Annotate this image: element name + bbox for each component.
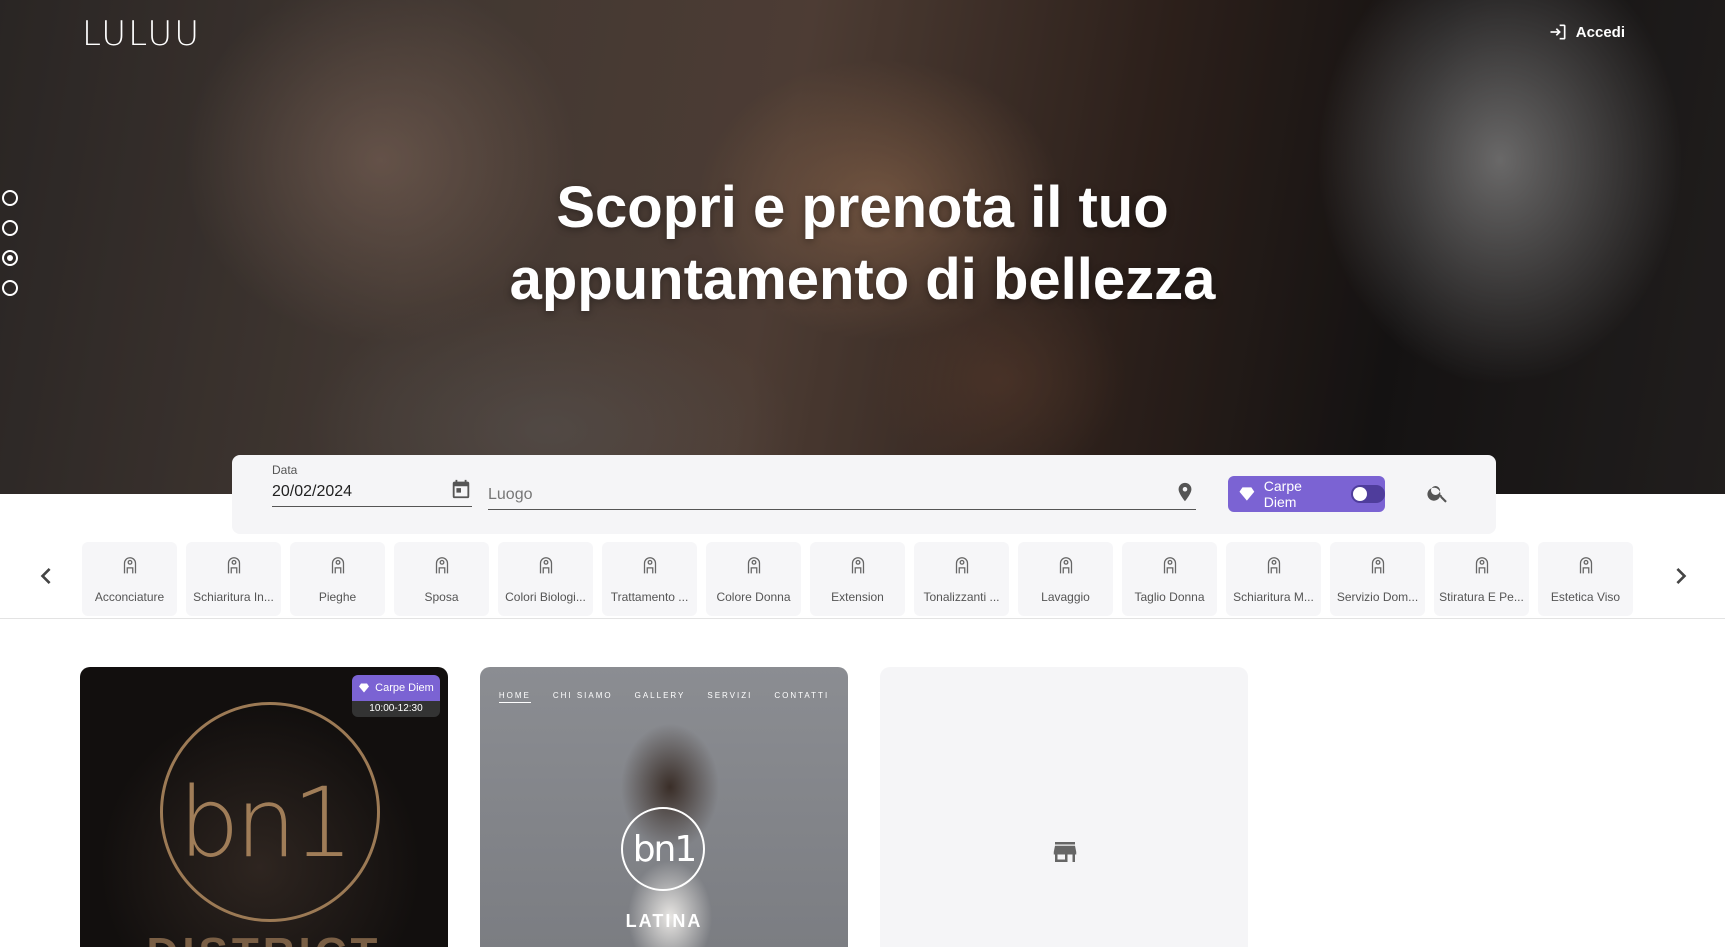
- card-site-nav: HOME CHI SIAMO GALLERY SERVIZI CONTATTI: [480, 691, 848, 703]
- category-item[interactable]: Servizio Dom...: [1330, 542, 1425, 616]
- haircut-icon: [1159, 555, 1181, 582]
- luluu-logo[interactable]: LULUU: [82, 14, 201, 54]
- chevron-left-icon[interactable]: [30, 560, 62, 592]
- hero-headline-line2: appuntamento di bellezza: [509, 247, 1216, 312]
- category-label: Schiaritura M...: [1233, 589, 1314, 604]
- site-nav-item: CHI SIAMO: [552, 691, 613, 700]
- date-label: Data: [272, 463, 298, 477]
- category-item[interactable]: Tonalizzanti ...: [914, 542, 1009, 616]
- face-icon: [1575, 555, 1597, 582]
- card-subtitle: DISTRICT: [80, 929, 448, 947]
- category-item[interactable]: Sposa: [394, 542, 489, 616]
- category-item[interactable]: Acconciature: [82, 542, 177, 616]
- category-item[interactable]: Pieghe: [290, 542, 385, 616]
- site-nav-item: SERVIZI: [707, 691, 753, 700]
- category-item[interactable]: Trattamento ...: [602, 542, 697, 616]
- carpe-diem-badge: Carpe Diem 10:00-12:30: [352, 675, 440, 717]
- category-label: Sposa: [424, 589, 459, 604]
- category-label: Taglio Donna: [1134, 589, 1205, 604]
- toggle-switch[interactable]: [1351, 485, 1386, 503]
- wash-icon: [1055, 555, 1077, 582]
- badge-time: 10:00-12:30: [352, 701, 440, 717]
- category-label: Colore Donna: [716, 589, 791, 604]
- diamond-icon: [359, 683, 370, 693]
- treatment-icon: [639, 555, 661, 582]
- color-woman-icon: [743, 555, 765, 582]
- category-label: Stiratura E Pe...: [1439, 589, 1524, 604]
- site-nav-item: GALLERY: [634, 691, 686, 700]
- hero-headline-line1: Scopri e prenota il tuo: [556, 175, 1169, 240]
- carpe-diem-toggle[interactable]: Carpe Diem: [1228, 476, 1386, 512]
- diamond-icon: [1239, 487, 1255, 501]
- category-label: Schiaritura In...: [193, 589, 274, 604]
- login-icon: [1550, 24, 1566, 40]
- date-value[interactable]: 20/02/2024: [272, 483, 352, 501]
- lightening-icon: [223, 555, 245, 582]
- site-nav-item: HOME: [498, 691, 531, 703]
- salon-card-district[interactable]: bn1 DISTRICT Carpe Diem 10:00-12:30: [80, 667, 448, 947]
- category-item[interactable]: Schiaritura In...: [186, 542, 281, 616]
- search-bar: Data 20/02/2024 Luogo Carpe Diem: [232, 455, 1496, 534]
- date-field[interactable]: Data 20/02/2024: [272, 463, 472, 507]
- category-label: Pieghe: [318, 589, 357, 604]
- hero-headline: Scopri e prenota il tuo appuntamento di …: [0, 172, 1725, 316]
- blowdry-icon: [327, 555, 349, 582]
- hair-style-icon: [119, 555, 141, 582]
- card-logo-text: bn1: [632, 829, 698, 870]
- toner-icon: [951, 555, 973, 582]
- category-item[interactable]: Colori Biologi...: [498, 542, 593, 616]
- color-icon: [535, 555, 557, 582]
- carpe-diem-label: Carpe Diem: [1263, 478, 1302, 510]
- extension-icon: [847, 555, 869, 582]
- straightening-icon: [1471, 555, 1493, 582]
- login-button[interactable]: Accedi: [1548, 22, 1625, 42]
- category-item[interactable]: Taglio Donna: [1122, 542, 1217, 616]
- category-label: Tonalizzanti ...: [923, 589, 1000, 604]
- place-input[interactable]: Luogo: [488, 480, 1196, 510]
- category-item[interactable]: Estetica Viso: [1538, 542, 1633, 616]
- location-pin-icon[interactable]: [1174, 481, 1196, 508]
- category-item[interactable]: Schiaritura M...: [1226, 542, 1321, 616]
- store-icon: [1050, 837, 1080, 872]
- category-carousel: Acconciature Schiaritura In... Pieghe Sposa…: [0, 540, 1725, 619]
- chevron-right-icon[interactable]: [1665, 560, 1697, 592]
- category-label: Extension: [831, 589, 884, 604]
- site-nav-item: CONTATTI: [774, 691, 830, 700]
- category-item[interactable]: Extension: [810, 542, 905, 616]
- home-service-icon: [1367, 555, 1389, 582]
- badge-label: Carpe Diem: [375, 682, 434, 694]
- category-label: Colori Biologi...: [505, 589, 586, 604]
- category-item[interactable]: Stiratura E Pe...: [1434, 542, 1529, 616]
- category-label: Acconciature: [94, 589, 165, 604]
- bride-icon: [431, 555, 453, 582]
- category-item[interactable]: Lavaggio: [1018, 542, 1113, 616]
- place-placeholder: Luogo: [488, 485, 533, 503]
- category-label: Lavaggio: [1041, 589, 1090, 604]
- category-label: Servizio Dom...: [1336, 589, 1419, 604]
- calendar-icon[interactable]: [450, 478, 472, 505]
- login-label: Accedi: [1575, 23, 1625, 41]
- hero-banner: LULUU Accedi Scopri e prenota il tuo app…: [0, 0, 1725, 494]
- highlights-icon: [1263, 555, 1285, 582]
- card-city: LATINA: [625, 911, 703, 931]
- category-label: Trattamento ...: [610, 589, 689, 604]
- salon-card-latina[interactable]: HOME CHI SIAMO GALLERY SERVIZI CONTATTI …: [480, 667, 848, 947]
- category-track: Acconciature Schiaritura In... Pieghe Sposa…: [82, 542, 1650, 616]
- search-icon: [1427, 486, 1447, 503]
- category-item[interactable]: Colore Donna: [706, 542, 801, 616]
- card-logo-text: bn1: [178, 767, 354, 879]
- category-label: Estetica Viso: [1550, 589, 1621, 604]
- search-button[interactable]: [1426, 481, 1452, 507]
- salon-card-placeholder[interactable]: [880, 667, 1248, 947]
